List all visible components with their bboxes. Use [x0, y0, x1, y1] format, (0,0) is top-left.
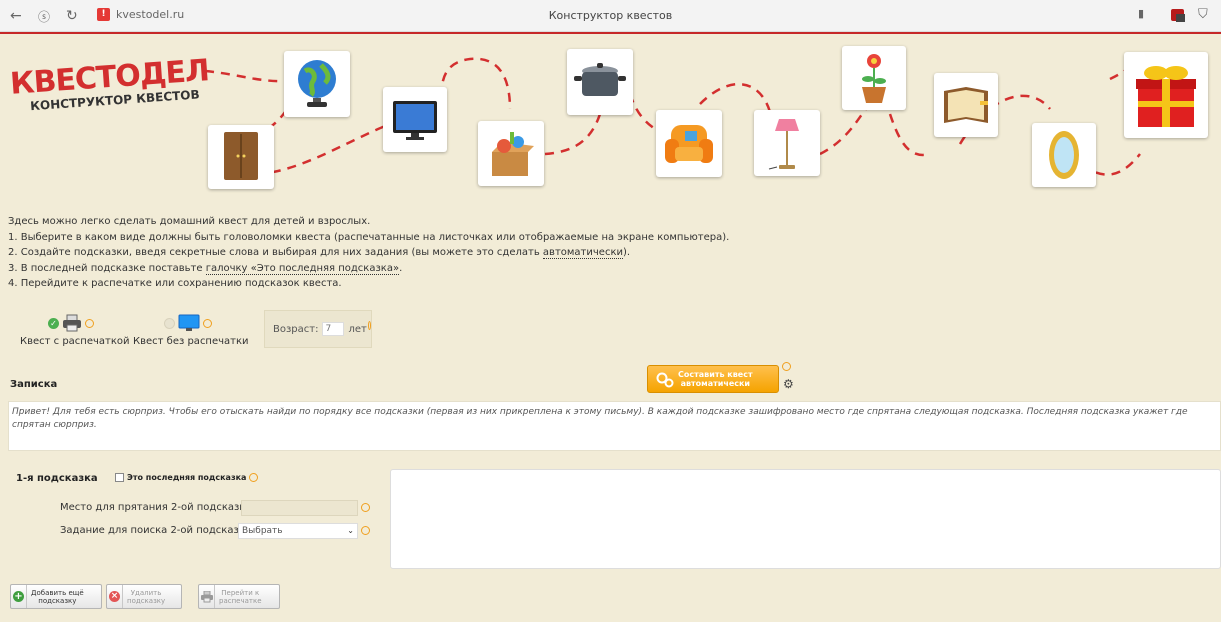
help-icon[interactable]: [85, 318, 94, 328]
help-icon[interactable]: [361, 526, 370, 535]
task-label: Задание для поиска 2-ой подсказки:: [60, 525, 255, 536]
delete-button-line1: Удалить: [130, 588, 162, 597]
browser-toolbar: ← ⓢ ↻ ! kvestodel.ru Конструктор квестов…: [0, 0, 1221, 32]
mirror-icon: [1032, 123, 1096, 187]
print-button-line2: распечатке: [219, 596, 262, 605]
monitor-icon: [178, 314, 200, 331]
header-banner: КВЕСТОДЕЛ КОНСТРУКТОР КВЕСТОВ: [0, 34, 1221, 210]
tv-icon: [383, 87, 447, 152]
help-icon[interactable]: [367, 320, 371, 330]
mode-print-option[interactable]: ✓ Квест с распечаткой: [20, 314, 130, 347]
floor-lamp-icon: [754, 110, 820, 176]
help-icon[interactable]: [782, 362, 791, 371]
wardrobe-icon: [208, 125, 274, 189]
delete-button-line2: подсказку: [127, 596, 166, 605]
collections-icon[interactable]: ⛉: [1198, 7, 1208, 22]
flower-pot-icon: [842, 46, 906, 110]
pot-icon: [567, 49, 633, 115]
add-hint-button[interactable]: + Добавить ещё подсказку: [10, 584, 102, 609]
add-button-line2: подсказку: [38, 596, 77, 605]
settings-gear-icon[interactable]: ⚙: [783, 377, 794, 391]
print-button-line1: Перейти к: [221, 588, 260, 597]
mode-noprint-option[interactable]: Квест без распечатки: [133, 314, 249, 347]
chevron-down-icon: ⌄: [347, 526, 354, 535]
last-hint-label: Это последняя подсказка: [127, 473, 247, 482]
close-icon: ×: [109, 591, 120, 602]
place-input[interactable]: [241, 500, 358, 516]
task-select[interactable]: Выбрать ⌄: [238, 523, 358, 539]
instructions-intro: Здесь можно легко сделать домашний квест…: [8, 216, 371, 227]
place-label: Место для прятания 2-ой подсказки:: [60, 502, 256, 513]
unchecked-radio-icon[interactable]: [164, 317, 175, 329]
printer-icon: [63, 314, 81, 332]
hint-title: 1-я подсказка: [16, 473, 98, 484]
add-button-line1: Добавить ещё: [31, 588, 84, 597]
hint-text-area[interactable]: [390, 469, 1221, 569]
gears-icon: [656, 372, 674, 388]
checked-radio-icon[interactable]: ✓: [48, 317, 59, 329]
instructions-step1: 1. Выберите в каком виде должны быть гол…: [8, 231, 730, 243]
task-select-value: Выбрать: [242, 526, 283, 536]
delete-hint-button[interactable]: × Удалить подсказку: [106, 584, 182, 609]
age-input[interactable]: [322, 322, 345, 336]
note-textarea[interactable]: Привет! Для тебя есть сюрприз. Чтобы его…: [8, 401, 1221, 451]
logo[interactable]: КВЕСТОДЕЛ КОНСТРУКТОР КВЕСТОВ: [9, 53, 210, 113]
instructions-step4: 4. Перейдите к распечатке или сохранению…: [8, 278, 342, 289]
step3-text: 3. В последней подсказке поставьте: [8, 262, 206, 274]
note-label: Записка: [10, 379, 58, 390]
toy-box-icon: [478, 121, 544, 186]
age-panel: Возраст: лет: [264, 310, 372, 348]
instructions-step3: 3. В последней подсказке поставьте галоч…: [8, 261, 729, 277]
auto-button-line2: автоматически: [680, 379, 751, 388]
age-unit: лет: [348, 323, 367, 335]
book-icon: [934, 73, 998, 137]
bookmark-icon[interactable]: ▮: [1138, 7, 1144, 20]
help-icon[interactable]: [361, 503, 370, 512]
step2-text: 2. Создайте подсказки, введя секретные с…: [8, 247, 543, 258]
last-hint-link[interactable]: галочку «Это последняя подсказка»: [205, 262, 400, 275]
plus-icon: +: [13, 591, 24, 602]
help-icon[interactable]: [203, 318, 212, 328]
age-label: Возраст:: [273, 323, 319, 335]
go-to-print-button[interactable]: Перейти к распечатке: [198, 584, 280, 609]
armchair-icon: [656, 110, 722, 177]
auto-button-line1: Составить квест: [678, 370, 753, 379]
extension-icon[interactable]: [1170, 7, 1186, 27]
instructions-step2: 2. Создайте подсказки, введя секретные с…: [8, 245, 729, 261]
mode-print-label: Квест с распечаткой: [20, 336, 130, 347]
last-hint-checkbox[interactable]: [115, 473, 124, 482]
last-hint-checkbox-row[interactable]: Это последняя подсказка: [115, 473, 259, 482]
page-tab-title: Конструктор квестов: [548, 9, 673, 22]
globe-icon: [284, 51, 350, 117]
printer-icon: [200, 590, 213, 602]
help-icon[interactable]: [249, 473, 259, 482]
gift-icon: [1124, 52, 1208, 138]
mode-noprint-label: Квест без распечатки: [133, 336, 249, 347]
auto-compose-button[interactable]: Составить квест автоматически: [647, 365, 779, 393]
auto-link[interactable]: автоматически: [542, 247, 623, 259]
instructions: Здесь можно легко сделать домашний квест…: [8, 214, 729, 292]
step2-end: ).: [622, 247, 631, 258]
step3-end: .: [399, 262, 403, 274]
